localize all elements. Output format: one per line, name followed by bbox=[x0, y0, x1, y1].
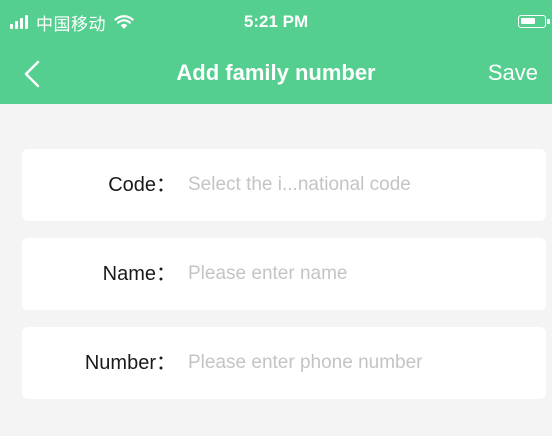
page-title: Add family number bbox=[176, 60, 376, 85]
number-label: Number： bbox=[84, 352, 176, 374]
status-bar: 中国移动 5:21 PM bbox=[0, 0, 552, 44]
code-label: Code： bbox=[108, 174, 176, 196]
family-number-form: Code： Select the i...national code Name：… bbox=[22, 149, 546, 416]
app-header: 中国移动 5:21 PM Add family number Save bbox=[0, 0, 552, 104]
code-row[interactable]: Code： Select the i...national code bbox=[22, 149, 546, 221]
name-input[interactable] bbox=[188, 252, 528, 296]
battery-icon bbox=[518, 15, 550, 28]
name-label: Name： bbox=[102, 263, 176, 285]
name-row: Name： bbox=[22, 238, 546, 310]
navigation-bar: Add family number Save bbox=[0, 44, 552, 104]
number-row: Number： bbox=[22, 327, 546, 399]
country-code-select[interactable]: Select the i...national code bbox=[188, 149, 411, 221]
phone-number-input[interactable] bbox=[188, 341, 528, 385]
save-button[interactable]: Save bbox=[488, 60, 538, 86]
status-time: 5:21 PM bbox=[243, 12, 309, 31]
